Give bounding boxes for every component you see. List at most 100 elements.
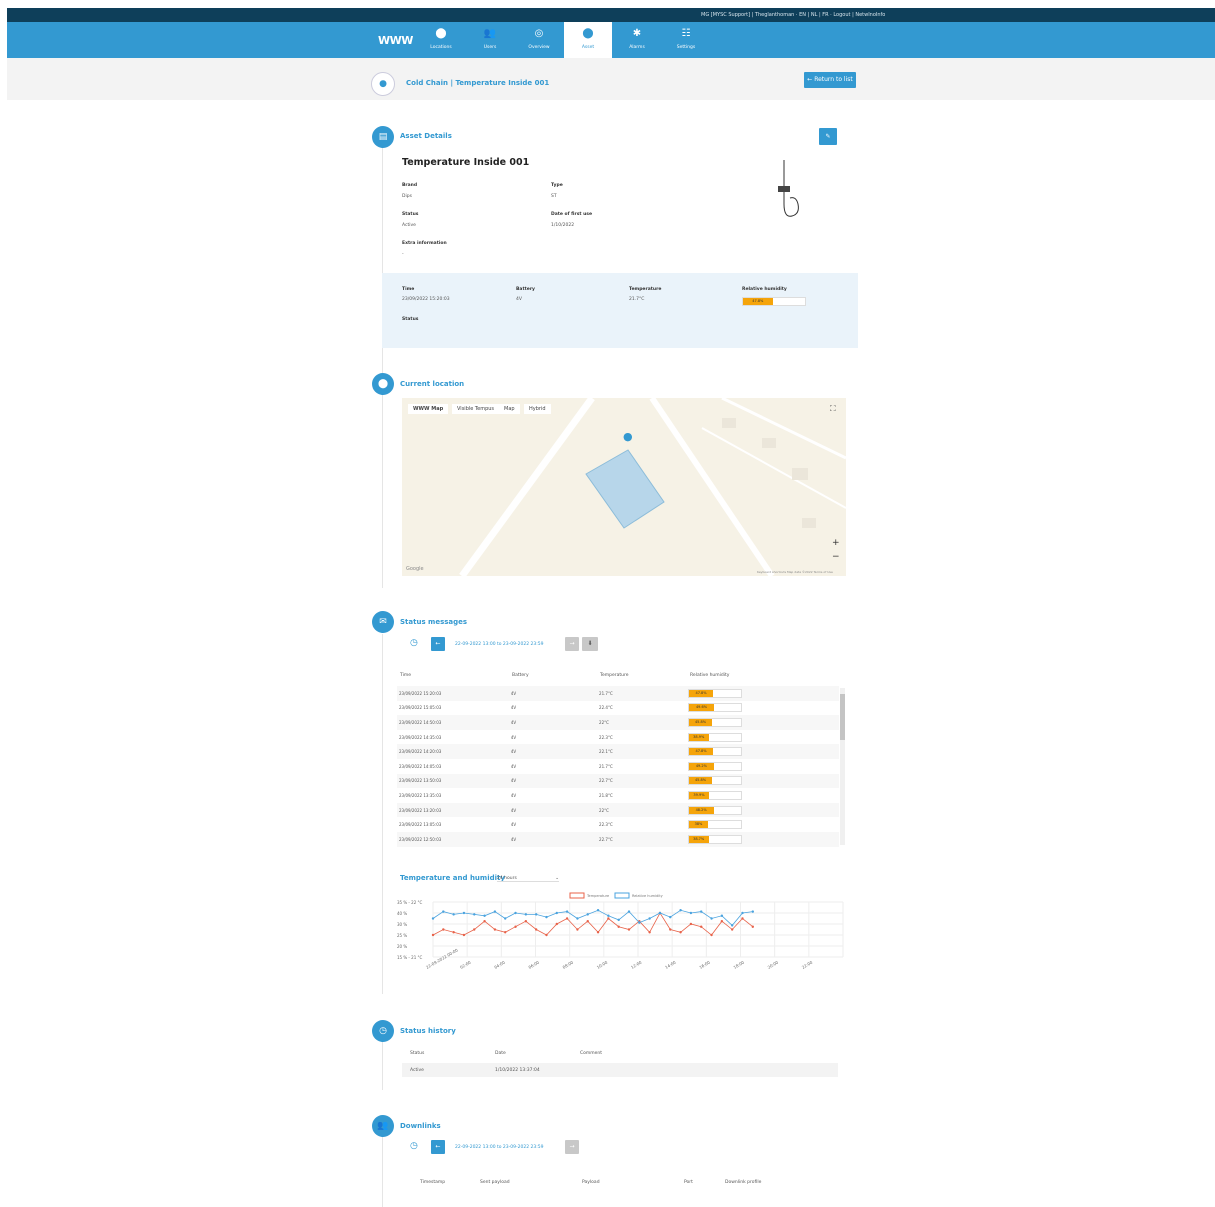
map-tab-visible-tempus[interactable]: Visible Tempus: [452, 404, 500, 414]
zoom-out-button[interactable]: −: [832, 552, 840, 562]
logo[interactable]: WWW: [378, 34, 413, 47]
humidity-fill: 47.8%: [688, 689, 714, 697]
y-tick-label: 25 %: [397, 933, 407, 938]
column-temperature: Temperature: [600, 673, 629, 678]
download-button[interactable]: ⬇: [582, 637, 598, 651]
x-tick-label: 02:00: [459, 960, 472, 970]
chart-range-select[interactable]: 24 hours ⌄: [497, 876, 559, 882]
legend-swatch: [569, 892, 585, 899]
type-value: ST: [551, 194, 557, 199]
table-row: 23/09/2022 14:05:03 4V 21.7°C 49.2%: [397, 759, 839, 774]
section-connector: [382, 1137, 383, 1207]
clock-icon[interactable]: ◷: [410, 1141, 418, 1151]
table-row: 23/09/2022 13:20:03 4V 22°C 48.2%: [397, 802, 839, 818]
cell-battery: 4V: [508, 831, 598, 847]
humidity-cell: 49.2%: [686, 759, 839, 774]
chart-title: Temperature and humidity: [400, 874, 505, 882]
date-range-select[interactable]: 22-09-2022 13:00 to 23-09-2022 23:59: [455, 642, 543, 647]
humidity-fill: 49.6%: [688, 704, 715, 712]
edit-button[interactable]: ✎: [819, 128, 837, 145]
nav-item-asset[interactable]: ⬤ Asset: [564, 22, 612, 58]
column-downlink-profile: Downlink profile: [725, 1180, 762, 1185]
time-label: Time: [402, 287, 415, 292]
nav-item-settings[interactable]: ☷ Settings: [662, 22, 710, 58]
cell-time: 23/09/2022 13:35:03: [399, 792, 442, 798]
asset-pin-icon: ●: [371, 72, 395, 96]
cell-time: 23/09/2022 14:20:03: [397, 744, 509, 759]
cell-battery: 4V: [508, 802, 598, 818]
clock-icon[interactable]: ◷: [410, 638, 418, 648]
column-comment: Comment: [580, 1051, 603, 1056]
map-tab-hybrid[interactable]: Hybrid: [524, 404, 551, 414]
history-date: 1/10/2022 13:37:04: [495, 1068, 540, 1073]
cell-temp: 22.7°C: [597, 773, 686, 789]
x-tick-label: 14:00: [664, 960, 677, 970]
sensor-image: [778, 160, 799, 217]
title-bar: ● Cold Chain | Temperature Inside 001 ← …: [7, 58, 1215, 100]
map-pin-icon: ⬤: [435, 28, 447, 39]
return-to-list-button[interactable]: ← Return to list: [804, 72, 856, 88]
cell-temp: 21.7°C: [599, 763, 613, 769]
humidity-bar: 47.8%: [687, 747, 742, 757]
first-use-value: 1/10/2022: [551, 223, 575, 228]
downlinks-date-range-select[interactable]: 22-09-2022 13:00 to 23-09-2022 23:59: [455, 1145, 543, 1150]
column-sent-payload: Sent payload: [480, 1180, 510, 1185]
settings-icon: ☷: [681, 28, 691, 39]
fullscreen-icon[interactable]: ⛶: [830, 404, 836, 414]
user-menu-text[interactable]: MG [MYSC Support] | Theglanthoman · EN |…: [701, 12, 885, 18]
map[interactable]: WWW Map Visible Tempus Map Hybrid ⛶ ● + …: [402, 398, 846, 576]
asset-pin-icon: ⬤: [582, 28, 594, 39]
temperature-humidity-chart: 35 % - 22 °C 40 % 30 % 25 % 20 % 15 % - 21 °C…: [397, 892, 844, 970]
humidity-cell: 45.8%: [685, 773, 839, 789]
next-range-button[interactable]: →: [565, 1140, 579, 1154]
cell-time: 23/09/2022 13:05:03: [399, 822, 442, 828]
y-tick-label: 40 %: [397, 911, 407, 916]
next-range-button[interactable]: →: [565, 637, 579, 651]
table-row: Active 1/10/2022 13:37:04: [402, 1063, 838, 1077]
scrollbar[interactable]: [840, 688, 845, 845]
latest-status-label: Status: [402, 317, 419, 322]
section-connector: [382, 1042, 383, 1090]
type-label: Type: [551, 183, 563, 188]
cell-battery: 4V: [508, 773, 598, 789]
humidity-cell: 38.7%: [685, 831, 839, 847]
asset-details-title: Asset Details: [400, 132, 452, 140]
time-value: 23/09/2022 15:20:03: [402, 297, 450, 302]
column-date: Date: [495, 1051, 506, 1056]
zoom-in-button[interactable]: +: [832, 538, 840, 548]
nav-item-locations[interactable]: ⬤ Locations: [417, 22, 465, 58]
cell-temp: 22.3°C: [599, 734, 613, 740]
downlinks-title: Downlinks: [400, 1122, 441, 1130]
nav-item-users[interactable]: 👥 Users: [466, 22, 514, 58]
y-tick-label: 15 % - 21 °C: [397, 955, 423, 960]
latest-status-panel: Time 23/09/2022 15:20:03 Battery 4V Temp…: [382, 273, 858, 348]
status-history-title: Status history: [400, 1027, 456, 1035]
humidity-cell: 38.9%: [686, 730, 839, 745]
y-tick-label: 35 % - 22 °C: [397, 900, 423, 905]
previous-range-button[interactable]: ←: [431, 1140, 445, 1154]
nav-item-overview[interactable]: ◎ Overview: [515, 22, 563, 58]
map-tab-map[interactable]: Map: [499, 404, 520, 414]
cell-battery: 4V: [510, 792, 517, 798]
pencil-icon: ✎: [825, 133, 831, 140]
humidity-fill: 45.8%: [688, 718, 713, 726]
cell-temp: 22°C: [597, 802, 686, 818]
nav-item-alarms[interactable]: ✱ Alarms: [613, 22, 661, 58]
extra-info-value: -: [402, 252, 404, 257]
previous-range-button[interactable]: ←: [431, 637, 445, 651]
google-logo: Google: [406, 566, 424, 572]
x-tick-label: 08:00: [562, 960, 575, 970]
table-row: 23/09/2022 14:35:03 4V 22.3°C 38.9%: [397, 730, 839, 745]
map-tab-www-map[interactable]: WWW Map: [408, 404, 449, 414]
x-tick-label: 18:00: [733, 960, 746, 970]
extra-info-label: Extra information: [402, 241, 447, 246]
humidity-cell: 48.2%: [685, 802, 839, 818]
brand-value: Dips: [402, 194, 412, 199]
legend-label: Temperature: [586, 894, 609, 898]
first-use-label: Date of first use: [551, 212, 593, 217]
location-marker-icon[interactable]: ●: [623, 430, 633, 443]
legend-label: Relative humidity: [632, 894, 663, 898]
cell-battery: 4V: [510, 822, 517, 828]
map-pin-icon: ⬤: [372, 373, 394, 395]
envelope-icon: ✉: [372, 611, 394, 633]
